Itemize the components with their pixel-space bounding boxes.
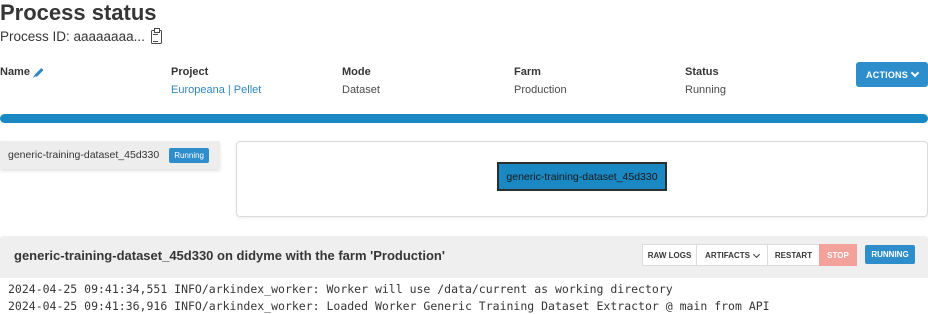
info-mode: Mode Dataset: [342, 64, 380, 98]
status-label: Status: [685, 66, 719, 78]
task-status-badge: Running: [169, 147, 210, 163]
project-label: Project: [171, 66, 209, 78]
task-list-item[interactable]: generic-training-dataset_45d330 Running: [0, 141, 220, 169]
raw-logs-button[interactable]: RAW LOGS: [642, 244, 697, 266]
stop-button[interactable]: STOP: [819, 244, 857, 266]
project-link[interactable]: Europeana | Pellet: [171, 84, 261, 96]
process-id-text: Process ID: aaaaaaaa...: [0, 29, 145, 44]
status-value: Running: [685, 84, 726, 96]
progress-bar: [0, 114, 928, 123]
log-button-group: RAW LOGS ARTIFACTS RESTART STOP: [642, 244, 857, 266]
mode-value: Dataset: [342, 84, 380, 96]
task-name: generic-training-dataset_45d330: [8, 149, 160, 161]
log-title: generic-training-dataset_45d330 on didym…: [14, 248, 445, 263]
artifacts-button[interactable]: ARTIFACTS: [696, 244, 768, 266]
log-output: 2024-04-25 09:41:34,551 INFO/arkindex_wo…: [0, 278, 928, 314]
stop-label: STOP: [827, 250, 849, 260]
info-status: Status Running: [685, 64, 726, 98]
graph-node[interactable]: generic-training-dataset_45d330: [497, 162, 667, 191]
restart-label: RESTART: [774, 250, 813, 260]
chevron-down-icon: [752, 250, 760, 258]
workflow-graph: generic-training-dataset_45d330: [236, 141, 928, 217]
raw-logs-label: RAW LOGS: [647, 250, 692, 260]
log-header: generic-training-dataset_45d330 on didym…: [0, 236, 928, 278]
info-name: Name: [0, 64, 44, 80]
restart-button[interactable]: RESTART: [767, 244, 820, 266]
info-project: Project Europeana | Pellet: [171, 64, 261, 98]
artifacts-label: ARTIFACTS: [705, 250, 750, 260]
log-line: 2024-04-25 09:41:36,916 INFO/arkindex_wo…: [8, 299, 770, 313]
process-id: Process ID: aaaaaaaa...: [0, 28, 162, 46]
farm-label: Farm: [514, 66, 541, 78]
actions-label: ACTIONS: [866, 69, 908, 80]
clipboard-icon[interactable]: [150, 28, 162, 44]
info-farm: Farm Production: [514, 64, 567, 98]
mode-label: Mode: [342, 66, 371, 78]
farm-value: Production: [514, 84, 567, 96]
running-status-button[interactable]: RUNNING: [865, 245, 915, 264]
pencil-icon[interactable]: [34, 67, 44, 77]
log-line: 2024-04-25 09:41:34,551 INFO/arkindex_wo…: [8, 282, 673, 296]
actions-button[interactable]: ACTIONS: [856, 62, 928, 87]
chevron-down-icon: [910, 68, 920, 78]
name-label: Name: [0, 66, 30, 78]
page-title: Process status: [0, 0, 157, 25]
